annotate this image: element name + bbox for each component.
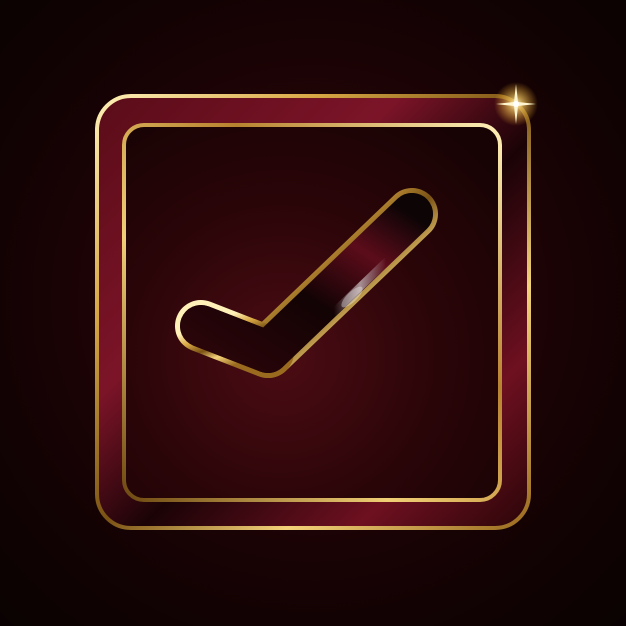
golden-checkbox-artwork: [0, 0, 626, 626]
checkbox-checked-icon: [95, 82, 538, 530]
sparkle-icon: [494, 82, 538, 126]
